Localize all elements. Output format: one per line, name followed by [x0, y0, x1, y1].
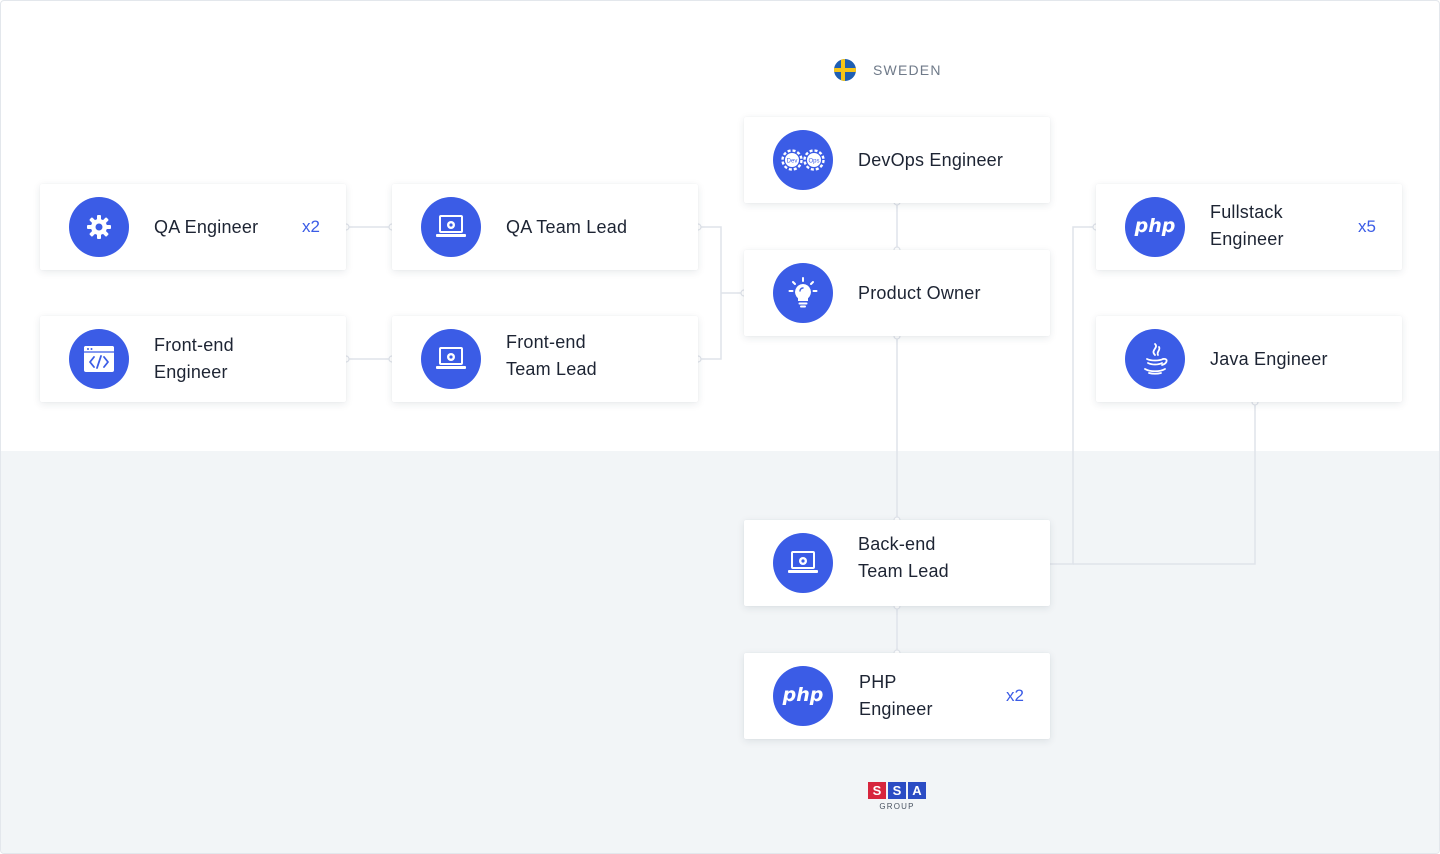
node-qa-team-lead[interactable]: QA Team Lead — [392, 184, 698, 270]
node-count: x5 — [1358, 217, 1376, 236]
ssa-group-logo: S S A GROUP — [868, 782, 926, 811]
svg-text:Ops: Ops — [808, 159, 819, 165]
node-count: x2 — [1006, 686, 1024, 705]
connector-lines — [342, 198, 1259, 657]
svg-text:php: php — [1134, 216, 1176, 237]
laptop-gear-icon — [421, 329, 481, 389]
node-label: QA Engineer — [154, 216, 259, 237]
node-label: Front-end Engineer — [154, 335, 234, 382]
node-backend-team-lead[interactable]: Back-end Team Lead — [744, 520, 1050, 606]
diagram-canvas: SWEDEN QA Engineer x2 QA Team Lead Front… — [0, 0, 1440, 854]
node-frontend-engineer[interactable]: Front-end Engineer — [40, 316, 346, 402]
node-java-engineer[interactable]: Java Engineer — [1096, 316, 1402, 402]
country-name: SWEDEN — [873, 62, 942, 78]
node-devops-engineer[interactable]: Dev Ops DevOps Engineer — [744, 117, 1050, 203]
node-count: x2 — [302, 217, 320, 236]
node-product-owner[interactable]: Product Owner — [744, 250, 1050, 336]
node-label: Java Engineer — [1210, 348, 1328, 369]
php-icon: php — [1125, 197, 1185, 257]
edge-backend-team-lead-fullstack — [1050, 226, 1096, 565]
java-icon — [1125, 329, 1185, 389]
svg-text:php: php — [782, 685, 824, 706]
node-label: Back-end Team Lead — [858, 534, 949, 581]
node-label: Fullstack Engineer — [1210, 202, 1284, 249]
node-frontend-team-lead[interactable]: Front-end Team Lead — [392, 316, 698, 402]
code-window-icon — [69, 329, 129, 389]
edge-backend-team-lead-java — [1073, 402, 1256, 565]
node-php-engineer[interactable]: php PHP Engineer x2 — [744, 653, 1050, 739]
laptop-gear-icon — [773, 533, 833, 593]
edge-team-leads-product-owner — [698, 226, 744, 360]
laptop-gear-icon — [421, 197, 481, 257]
gear-icon — [69, 197, 129, 257]
node-label: PHP Engineer — [859, 672, 933, 719]
php-icon: php — [773, 666, 833, 726]
node-qa-engineer[interactable]: QA Engineer x2 — [40, 184, 346, 270]
country-header: SWEDEN — [834, 59, 942, 81]
svg-text:Dev: Dev — [787, 159, 798, 165]
lightbulb-icon — [773, 263, 833, 323]
node-label: Product Owner — [858, 282, 981, 303]
logo-subtitle: GROUP — [879, 802, 915, 811]
node-fullstack-engineer[interactable]: php Fullstack Engineer x5 — [1096, 184, 1402, 270]
node-label: Front-end Team Lead — [506, 332, 597, 379]
devops-gears-icon: Dev Ops — [773, 130, 833, 190]
node-label: QA Team Lead — [506, 216, 628, 237]
node-label: DevOps Engineer — [858, 149, 1004, 170]
sweden-flag-icon — [834, 59, 856, 81]
